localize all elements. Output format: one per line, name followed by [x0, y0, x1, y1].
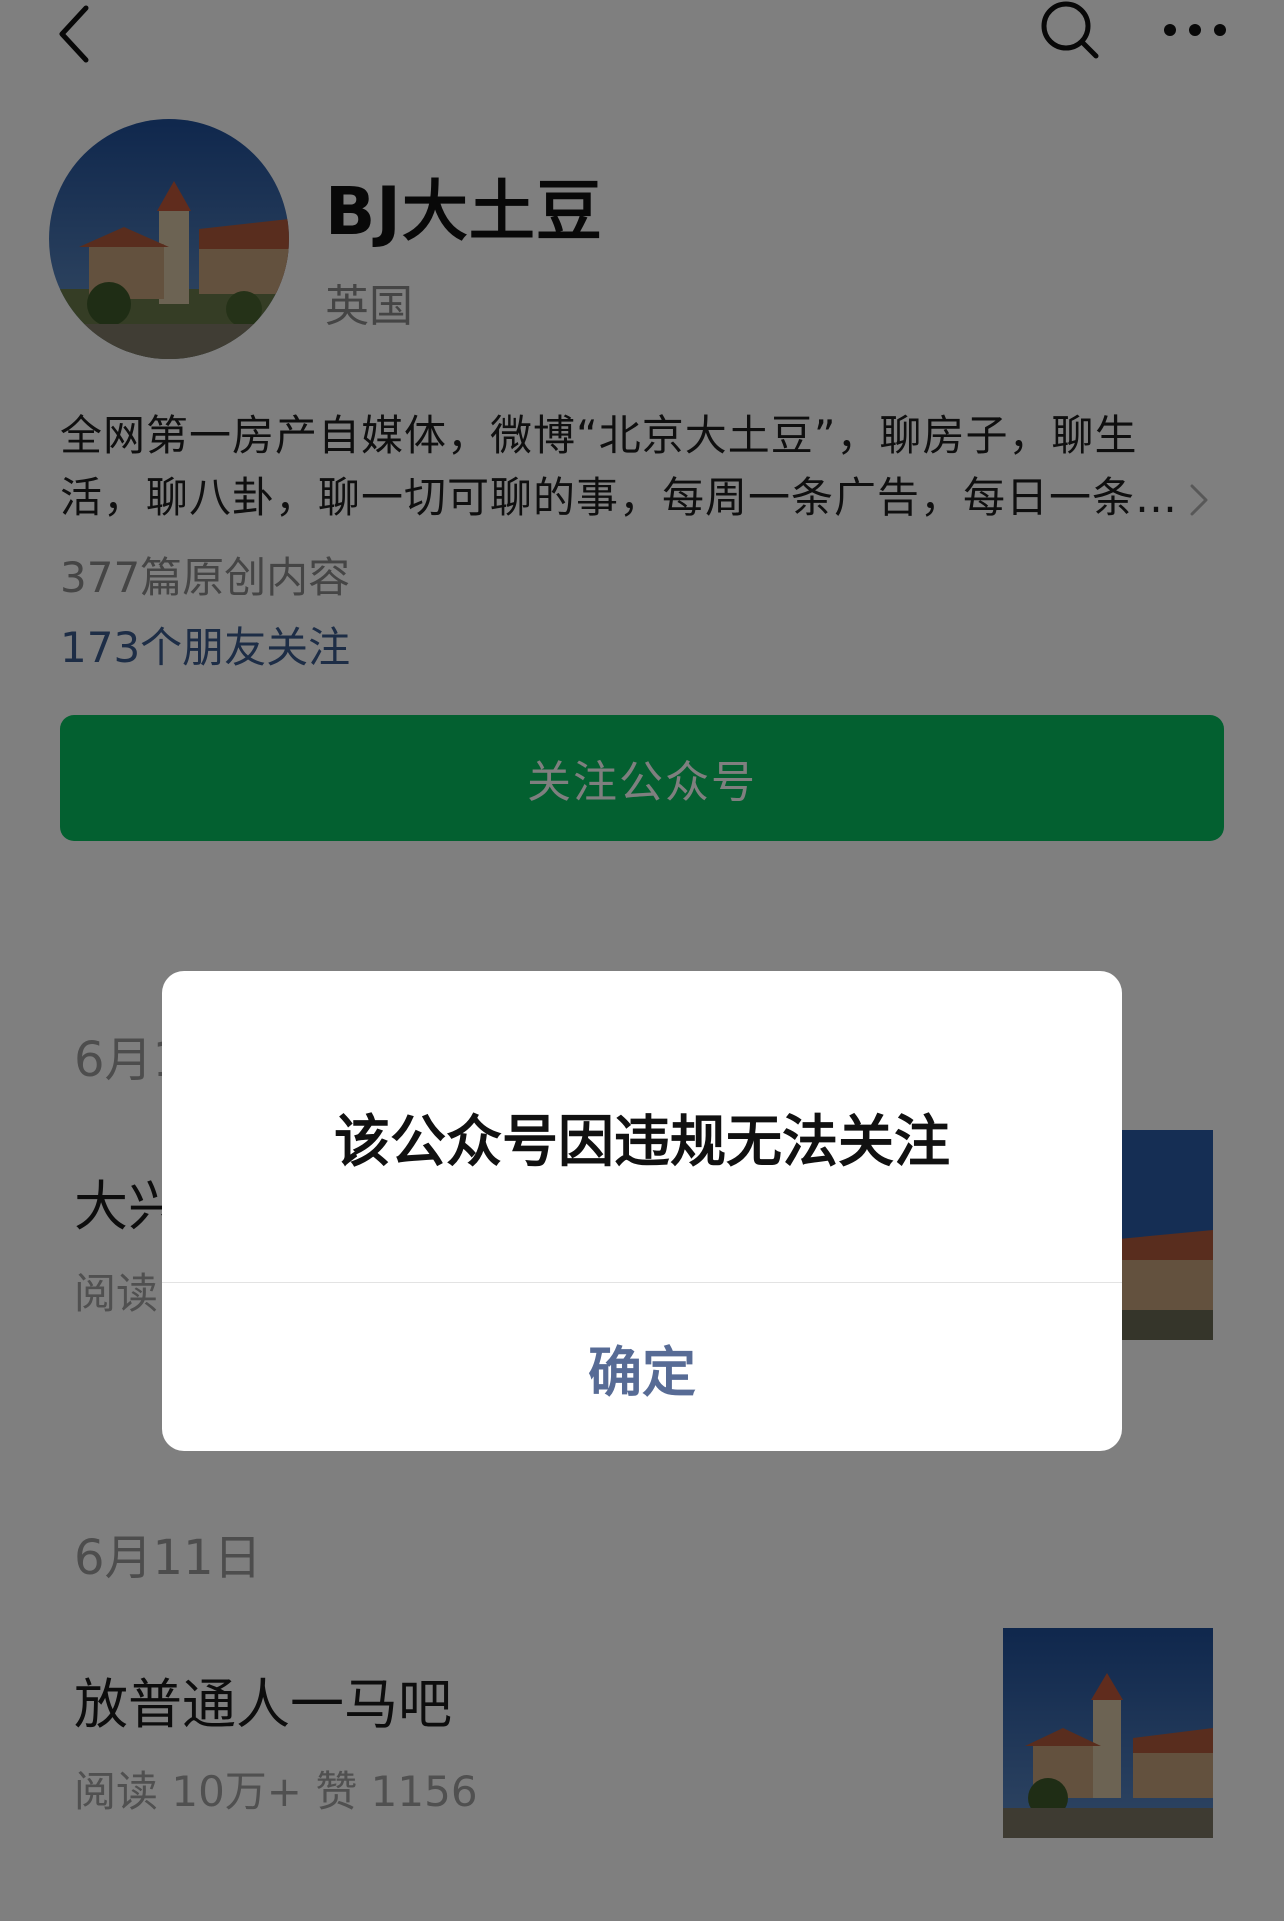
modal-overlay[interactable] — [0, 0, 1284, 1921]
confirm-button[interactable]: 确定 — [162, 1283, 1122, 1451]
account-profile-page: BJ大土豆 英国 全网第一房产自媒体，微博“北京大土豆”，聊房子，聊生活，聊八卦… — [0, 0, 1284, 1921]
alert-dialog: 该公众号因违规无法关注 确定 — [162, 971, 1122, 1451]
dialog-message: 该公众号因违规无法关注 — [334, 1110, 950, 1175]
